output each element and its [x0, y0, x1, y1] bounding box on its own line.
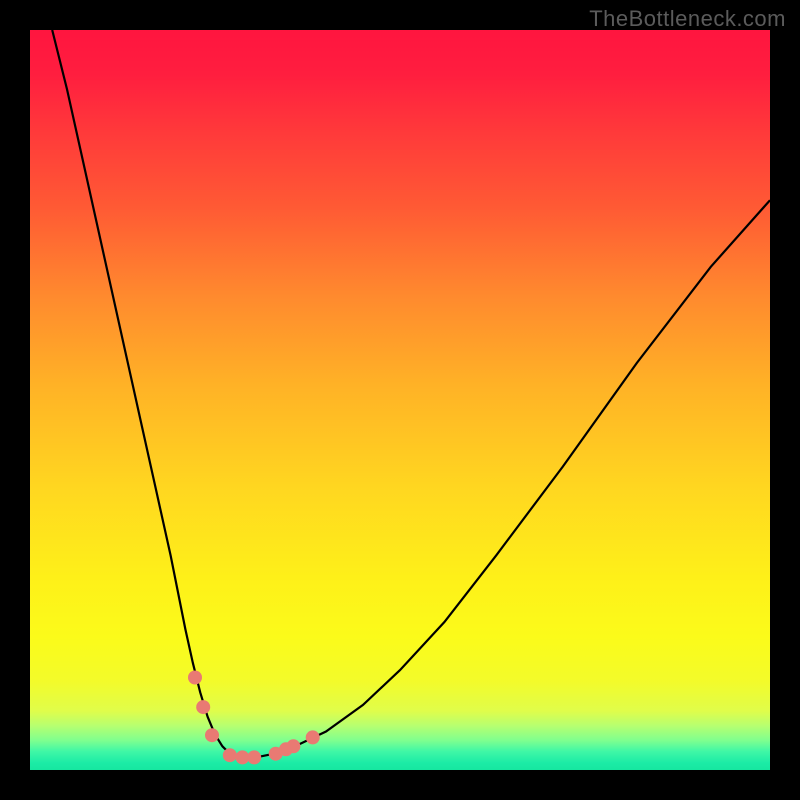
- data-marker: [196, 700, 210, 714]
- data-marker: [205, 728, 219, 742]
- watermark-text: TheBottleneck.com: [589, 6, 786, 32]
- bottleneck-curve: [52, 30, 770, 757]
- curve-layer: [30, 30, 770, 770]
- chart-frame: TheBottleneck.com: [0, 0, 800, 800]
- data-marker: [188, 671, 202, 685]
- plot-area: [30, 30, 770, 770]
- data-marker: [306, 730, 320, 744]
- data-marker: [247, 750, 261, 764]
- data-marker: [286, 739, 300, 753]
- data-marker: [223, 748, 237, 762]
